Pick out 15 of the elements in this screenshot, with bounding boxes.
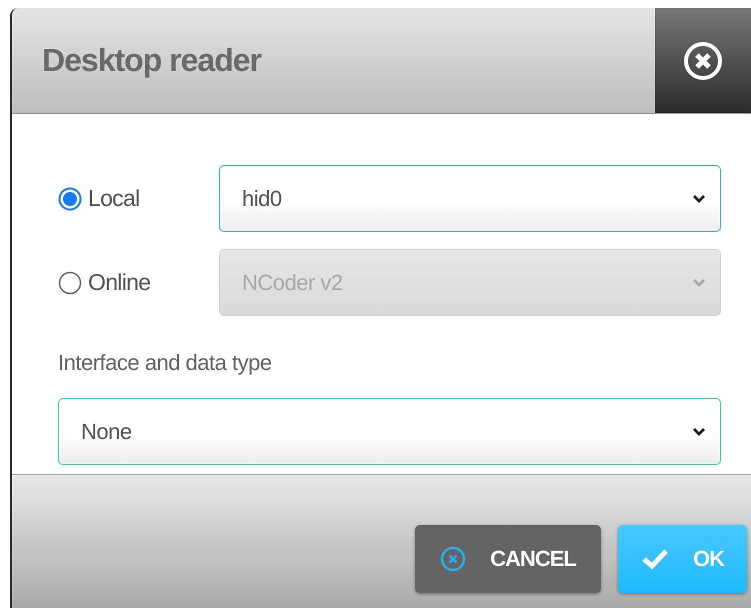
- close-icon: [440, 546, 466, 572]
- checkmark-icon: [641, 548, 669, 570]
- chevron-down-icon: [692, 194, 706, 204]
- dropdown[interactable]: None: [58, 398, 721, 465]
- dropdown[interactable]: hid0: [219, 165, 721, 232]
- radio-button[interactable]: [58, 186, 82, 210]
- cancel-button[interactable]: CANCEL: [415, 525, 601, 593]
- chevron-down-icon: [692, 426, 706, 436]
- chevron-down-icon: [692, 278, 706, 288]
- radio-label: Local: [88, 185, 140, 212]
- close-button[interactable]: [655, 8, 751, 113]
- close-icon: [683, 40, 723, 80]
- radio-label: Online: [88, 269, 150, 296]
- dialog-title: Desktop reader: [12, 8, 655, 113]
- field-label: Interface and data type: [58, 350, 272, 376]
